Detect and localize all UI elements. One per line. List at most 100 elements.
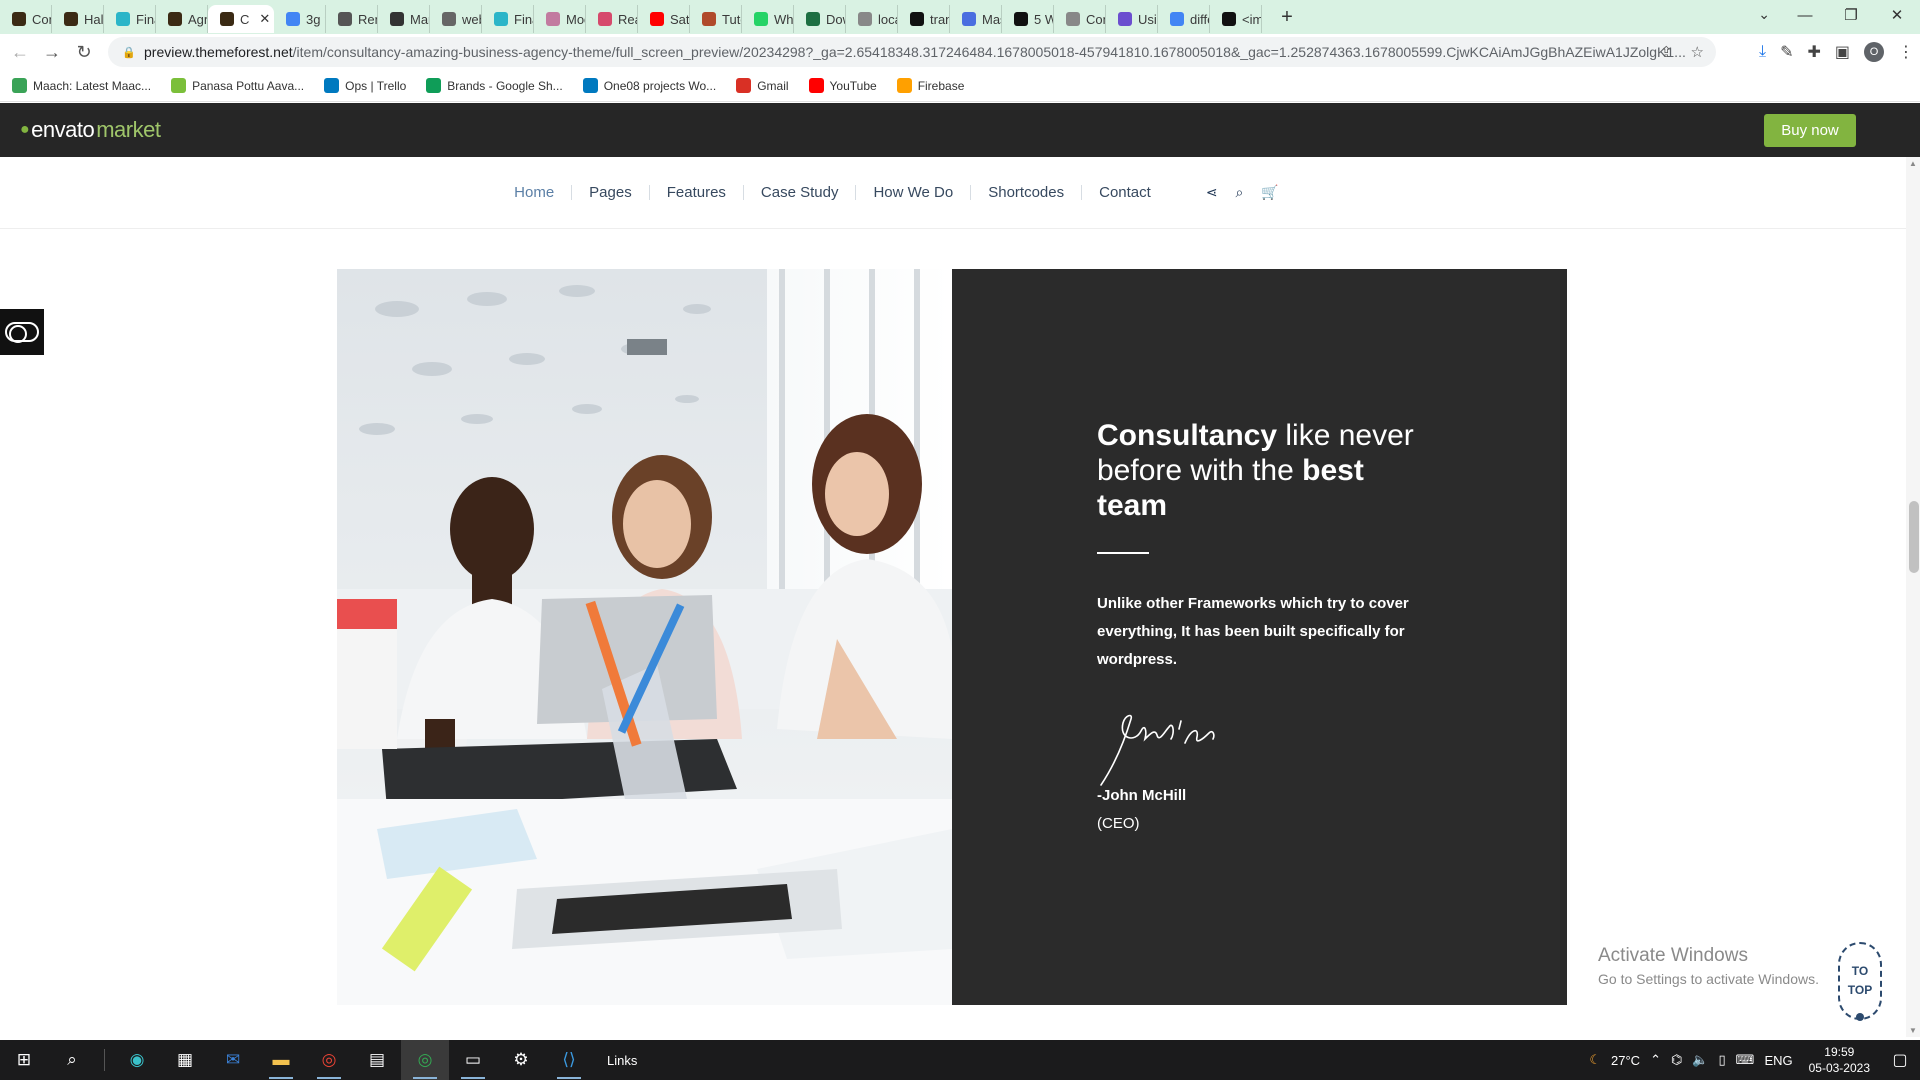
bookmark-star-icon[interactable]: ☆ bbox=[1691, 43, 1704, 61]
browser-tab[interactable]: web. bbox=[430, 5, 482, 33]
notification-center-icon[interactable]: ▢ bbox=[1880, 1040, 1920, 1080]
browser-tab[interactable]: Halst bbox=[52, 5, 104, 33]
mail-icon[interactable]: ✉ bbox=[209, 1040, 257, 1080]
scrollbar-thumb[interactable] bbox=[1909, 501, 1919, 573]
notepad-icon[interactable]: ▤ bbox=[353, 1040, 401, 1080]
battery-icon[interactable]: ▯ bbox=[1719, 1052, 1726, 1068]
minimize-button[interactable]: — bbox=[1782, 0, 1828, 30]
back-button[interactable]: ← bbox=[4, 42, 36, 63]
volume-icon[interactable]: 🔈 bbox=[1692, 1052, 1708, 1068]
reload-button[interactable]: ↻ bbox=[68, 42, 100, 63]
nav-item-case-study[interactable]: Case Study bbox=[744, 185, 857, 200]
browser-tab[interactable]: Cons bbox=[0, 5, 52, 33]
browser-tab[interactable]: Satin bbox=[638, 5, 690, 33]
browser-tab[interactable]: Finan bbox=[482, 5, 534, 33]
close-tab-icon[interactable]: ✕ bbox=[259, 11, 270, 27]
file-explorer-icon[interactable]: ▬ bbox=[257, 1040, 305, 1080]
browser-tab[interactable]: 3g pr bbox=[274, 5, 326, 33]
nav-item-home[interactable]: Home bbox=[497, 185, 573, 200]
language-indicator[interactable]: ENG bbox=[1764, 1053, 1792, 1068]
share-icon[interactable]: ⋖ bbox=[1206, 184, 1218, 201]
start-windows-icon[interactable]: ⊞ bbox=[0, 1040, 48, 1080]
browser-tab[interactable]: Using bbox=[1106, 5, 1158, 33]
bookmark-item[interactable]: Panasa Pottu Aava... bbox=[171, 78, 304, 93]
vscode-icon[interactable]: ⟨⟩ bbox=[545, 1040, 593, 1080]
browser-tab[interactable]: Finan bbox=[104, 5, 156, 33]
settings-gear-icon[interactable]: ⚙ bbox=[497, 1040, 545, 1080]
bookmark-item[interactable]: YouTube bbox=[808, 78, 877, 93]
browser-tab[interactable]: local bbox=[846, 5, 898, 33]
store-icon[interactable]: ▦ bbox=[161, 1040, 209, 1080]
pen-icon[interactable]: ✎ bbox=[1780, 42, 1793, 62]
weather-moon-icon[interactable]: ☾ bbox=[1589, 1052, 1601, 1068]
close-window-button[interactable]: ✕ bbox=[1874, 0, 1920, 30]
extensions-puzzle-icon[interactable]: ✚ bbox=[1807, 42, 1820, 62]
chrome-icon[interactable]: ◎ bbox=[305, 1040, 353, 1080]
bookmark-item[interactable]: Firebase bbox=[896, 78, 964, 93]
nav-item-contact[interactable]: Contact bbox=[1082, 185, 1168, 200]
system-clock[interactable]: 19:59 05-03-2023 bbox=[1809, 1044, 1870, 1076]
bookmark-label: Panasa Pottu Aava... bbox=[192, 78, 305, 93]
signature-image bbox=[1100, 714, 1215, 786]
browser-tab[interactable]: C ✕ bbox=[208, 5, 274, 33]
browser-tab[interactable]: Tutor bbox=[690, 5, 742, 33]
bookmark-item[interactable]: Maach: Latest Maac... bbox=[12, 78, 151, 93]
keyboard-icon[interactable]: ⌨ bbox=[1736, 1052, 1755, 1068]
side-panel-icon[interactable]: ▣ bbox=[1835, 42, 1850, 62]
bookmark-item[interactable]: Gmail bbox=[736, 78, 789, 93]
tab-title: local bbox=[878, 11, 897, 27]
browser-tab[interactable]: Dow bbox=[794, 5, 846, 33]
cart-icon[interactable]: 🛒 bbox=[1261, 184, 1278, 201]
accessibility-toggle-button[interactable] bbox=[0, 309, 44, 355]
bookmark-item[interactable]: Brands - Google Sh... bbox=[426, 78, 563, 93]
profile-avatar[interactable]: O bbox=[1864, 42, 1884, 62]
restore-button[interactable]: ❐ bbox=[1828, 0, 1874, 30]
leaf-icon bbox=[171, 78, 187, 93]
nav-item-features[interactable]: Features bbox=[650, 185, 744, 200]
browser-tab[interactable]: differ bbox=[1158, 5, 1210, 33]
browser-tab[interactable]: What bbox=[742, 5, 794, 33]
search-icon[interactable]: ⌕ bbox=[1236, 184, 1244, 201]
browser-tab[interactable]: Mast bbox=[950, 5, 1002, 33]
browser-tab[interactable]: Cons bbox=[1054, 5, 1106, 33]
scroll-down-arrow-icon[interactable]: ▼ bbox=[1909, 1026, 1917, 1035]
download-icon[interactable]: ⤓ bbox=[1759, 43, 1766, 61]
menu-kebab-icon[interactable]: ⋮ bbox=[1898, 42, 1914, 62]
show-hidden-icons-chevron-icon[interactable]: ⌃ bbox=[1650, 1052, 1661, 1068]
page-scrollbar[interactable]: ▲ ▼ bbox=[1906, 157, 1920, 1037]
buy-now-button[interactable]: Buy now bbox=[1764, 114, 1856, 147]
edge-browser-icon[interactable]: ◉ bbox=[113, 1040, 161, 1080]
forward-button[interactable]: → bbox=[36, 42, 68, 63]
new-tab-button[interactable]: + bbox=[1272, 6, 1302, 29]
terminal-icon[interactable]: ▭ bbox=[449, 1040, 497, 1080]
nav-item-how-we-do[interactable]: How We Do bbox=[856, 185, 972, 200]
whatsapp-icon bbox=[754, 12, 768, 26]
address-bar[interactable]: 🔒 preview.themeforest.net/item/consultan… bbox=[108, 37, 1716, 67]
nav-item-shortcodes[interactable]: Shortcodes bbox=[971, 185, 1083, 200]
share-icon[interactable]: ⇪ bbox=[1660, 43, 1673, 61]
tab-search-chevron-icon[interactable]: ⌄ bbox=[1758, 6, 1770, 23]
search-icon[interactable]: ⌕ bbox=[48, 1040, 96, 1080]
browser-tab[interactable]: <img bbox=[1210, 5, 1262, 33]
browser-tab[interactable]: Agni bbox=[156, 5, 208, 33]
browser-tab[interactable]: 5 Wa bbox=[1002, 5, 1054, 33]
browser-tab[interactable]: Mod bbox=[534, 5, 586, 33]
temperature-text[interactable]: 27°C bbox=[1611, 1053, 1640, 1068]
browser-tab[interactable]: Remo bbox=[326, 5, 378, 33]
links-toolbar[interactable]: Links bbox=[607, 1053, 637, 1068]
tab-title: Agni bbox=[188, 11, 207, 27]
scroll-up-arrow-icon[interactable]: ▲ bbox=[1909, 159, 1917, 168]
network-icon[interactable]: ⌬ bbox=[1671, 1052, 1682, 1068]
back-to-top-button[interactable]: TO TOP bbox=[1838, 942, 1882, 1021]
lock-icon[interactable]: 🔒 bbox=[122, 46, 138, 59]
nav-item-pages[interactable]: Pages bbox=[572, 185, 650, 200]
browser-tab[interactable]: Mark bbox=[378, 5, 430, 33]
envato-market-logo[interactable]: ● envato market bbox=[20, 117, 161, 143]
browser-tab[interactable]: trans bbox=[898, 5, 950, 33]
chrome-active-icon[interactable]: ◎ bbox=[401, 1040, 449, 1080]
url-text[interactable]: preview.themeforest.net/item/consultancy… bbox=[144, 44, 1716, 60]
bookmark-item[interactable]: Ops | Trello bbox=[324, 78, 406, 93]
tab-title: differ bbox=[1190, 11, 1209, 27]
browser-tab[interactable]: React bbox=[586, 5, 638, 33]
bookmark-item[interactable]: One08 projects Wo... bbox=[582, 78, 716, 93]
